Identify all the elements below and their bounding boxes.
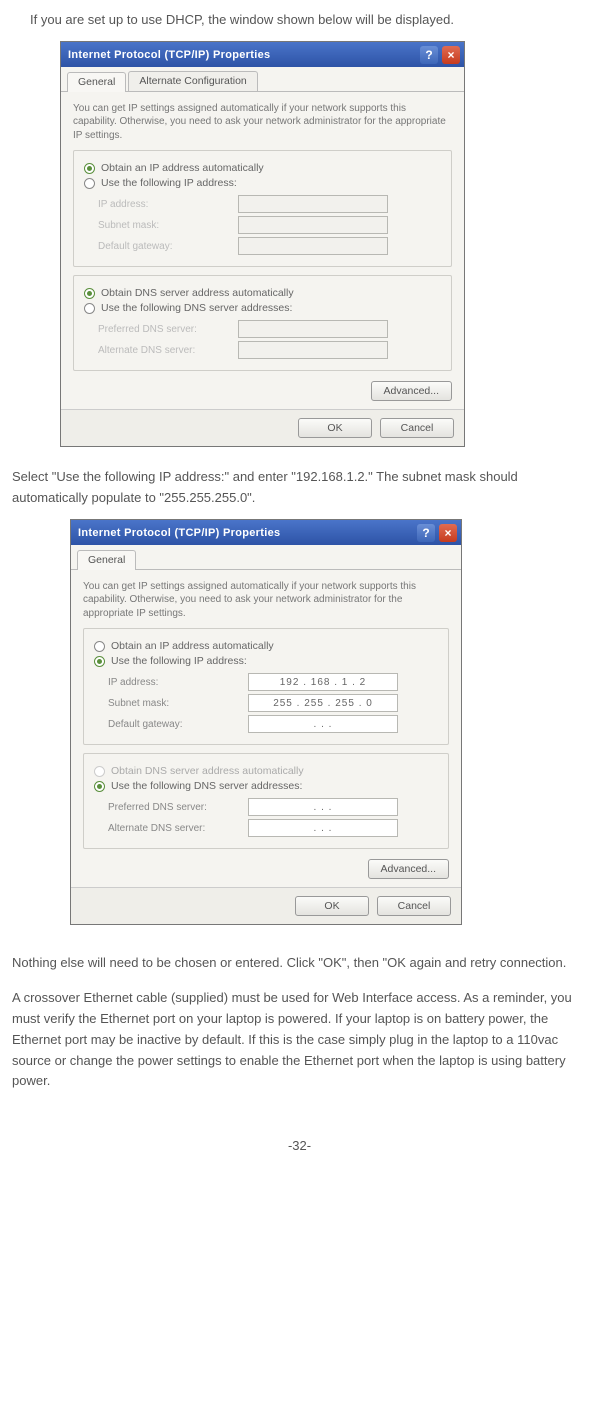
tabstrip: General Alternate Configuration (61, 67, 464, 92)
ip-field (238, 195, 388, 213)
radio-icon (94, 641, 105, 652)
advanced-button[interactable]: Advanced... (371, 381, 452, 401)
advanced-button[interactable]: Advanced... (368, 859, 449, 879)
subnet-field[interactable]: 255 . 255 . 255 . 0 (248, 694, 398, 712)
help-icon[interactable]: ? (417, 524, 435, 542)
radio-label: Use the following DNS server addresses: (111, 780, 302, 792)
label-gateway: Default gateway: (98, 241, 238, 252)
intro-paragraph: If you are set up to use DHCP, the windo… (12, 10, 587, 31)
pref-dns-field[interactable]: . . . (248, 798, 398, 816)
dns-groupbox: Obtain DNS server address automatically … (83, 753, 449, 849)
window-title: Internet Protocol (TCP/IP) Properties (68, 49, 416, 61)
label-ip: IP address: (98, 199, 238, 210)
label-subnet: Subnet mask: (98, 220, 238, 231)
ip-groupbox: Obtain an IP address automatically Use t… (83, 628, 449, 745)
mid-paragraph: Select "Use the following IP address:" a… (12, 467, 587, 509)
ok-button[interactable]: OK (295, 896, 369, 916)
alt-dns-field (238, 341, 388, 359)
radio-use-ip[interactable]: Use the following IP address: (94, 655, 438, 667)
ok-button[interactable]: OK (298, 418, 372, 438)
close-icon[interactable]: × (442, 46, 460, 64)
dialog-description: You can get IP settings assigned automat… (83, 580, 449, 621)
radio-obtain-dns[interactable]: Obtain DNS server address automatically (84, 287, 441, 299)
radio-icon (94, 766, 105, 777)
radio-icon (94, 656, 105, 667)
subnet-field (238, 216, 388, 234)
radio-obtain-dns: Obtain DNS server address automatically (94, 765, 438, 777)
radio-use-dns[interactable]: Use the following DNS server addresses: (94, 780, 438, 792)
help-icon[interactable]: ? (420, 46, 438, 64)
window-title: Internet Protocol (TCP/IP) Properties (78, 527, 413, 539)
radio-label: Obtain DNS server address automatically (101, 287, 294, 299)
label-pref-dns: Preferred DNS server: (108, 802, 248, 813)
tab-alternate[interactable]: Alternate Configuration (128, 71, 257, 91)
cancel-button[interactable]: Cancel (380, 418, 454, 438)
ip-field[interactable]: 192 . 168 . 1 . 2 (248, 673, 398, 691)
radio-icon (94, 781, 105, 792)
titlebar: Internet Protocol (TCP/IP) Properties ? … (61, 42, 464, 67)
radio-icon (84, 163, 95, 174)
label-alt-dns: Alternate DNS server: (98, 345, 238, 356)
tabstrip: General (71, 545, 461, 570)
radio-label: Obtain an IP address automatically (101, 162, 264, 174)
label-pref-dns: Preferred DNS server: (98, 324, 238, 335)
radio-use-dns[interactable]: Use the following DNS server addresses: (84, 302, 441, 314)
outro-paragraph-2: A crossover Ethernet cable (supplied) mu… (12, 988, 587, 1092)
label-subnet: Subnet mask: (108, 698, 248, 709)
gateway-field[interactable]: . . . (248, 715, 398, 733)
radio-use-ip[interactable]: Use the following IP address: (84, 177, 441, 189)
gateway-field (238, 237, 388, 255)
label-ip: IP address: (108, 677, 248, 688)
dialog-description: You can get IP settings assigned automat… (73, 102, 452, 143)
outro-paragraph-1: Nothing else will need to be chosen or e… (12, 953, 587, 974)
radio-icon (84, 178, 95, 189)
label-alt-dns: Alternate DNS server: (108, 823, 248, 834)
screenshot-dialog-1: Internet Protocol (TCP/IP) Properties ? … (60, 41, 587, 448)
tab-general[interactable]: General (77, 550, 136, 570)
close-icon[interactable]: × (439, 524, 457, 542)
label-gateway: Default gateway: (108, 719, 248, 730)
radio-obtain-ip[interactable]: Obtain an IP address automatically (94, 640, 438, 652)
titlebar: Internet Protocol (TCP/IP) Properties ? … (71, 520, 461, 545)
screenshot-dialog-2: Internet Protocol (TCP/IP) Properties ? … (70, 519, 587, 926)
pref-dns-field (238, 320, 388, 338)
radio-obtain-ip[interactable]: Obtain an IP address automatically (84, 162, 441, 174)
radio-label: Use the following DNS server addresses: (101, 302, 292, 314)
dns-groupbox: Obtain DNS server address automatically … (73, 275, 452, 371)
ip-groupbox: Obtain an IP address automatically Use t… (73, 150, 452, 267)
radio-label: Obtain an IP address automatically (111, 640, 274, 652)
alt-dns-field[interactable]: . . . (248, 819, 398, 837)
page-number: -32- (12, 1138, 587, 1153)
radio-label: Use the following IP address: (101, 177, 237, 189)
radio-icon (84, 288, 95, 299)
radio-label: Use the following IP address: (111, 655, 247, 667)
cancel-button[interactable]: Cancel (377, 896, 451, 916)
tab-general[interactable]: General (67, 72, 126, 92)
radio-icon (84, 303, 95, 314)
radio-label: Obtain DNS server address automatically (111, 765, 304, 777)
